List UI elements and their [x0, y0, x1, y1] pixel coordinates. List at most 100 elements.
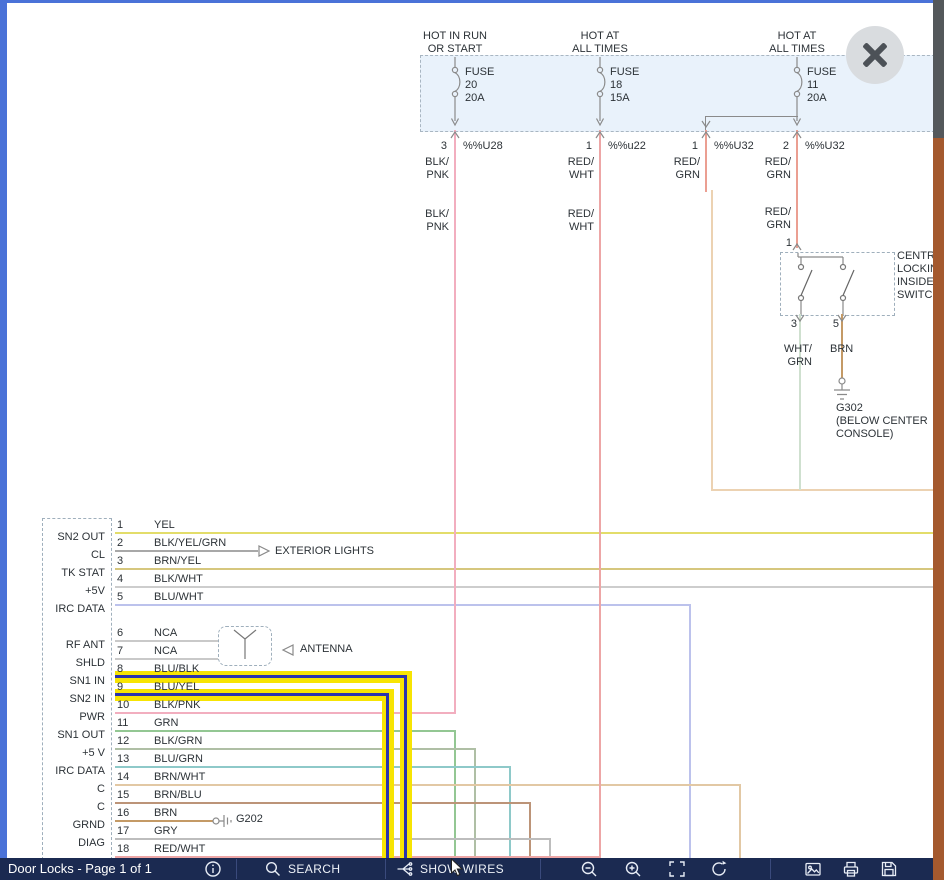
search-icon[interactable] [264, 860, 282, 878]
wire-name: BLK/WHT [154, 573, 203, 585]
fuse-label: FUSE 11 20A [807, 66, 837, 104]
bottom-toolbar: Door Locks - Page 1 of 1 SEARCH SHOW WIR… [0, 858, 933, 880]
fuse-icon [588, 55, 612, 130]
wire-color-label: RED/ WHT [567, 208, 594, 233]
wire-name: BLU/YEL [154, 681, 200, 693]
switch-pin-number: 1 [785, 237, 792, 249]
pin-number: 18 [117, 843, 130, 855]
wire-segment [689, 604, 691, 858]
switch-box [780, 252, 895, 316]
wire-name: GRN [154, 717, 179, 729]
wire-segment [115, 550, 258, 552]
zoom-in-icon[interactable] [624, 860, 642, 878]
fit-screen-icon[interactable] [668, 860, 686, 878]
wire-segment [115, 784, 741, 786]
wire-highlight-segment [404, 675, 407, 858]
wire-name: BLK/GRN [154, 735, 203, 747]
junction-connector-name: %%u22 [608, 140, 646, 152]
connector-signal-label: SHLD [75, 657, 105, 669]
junction-connector-name: %%U32 [714, 140, 754, 152]
antenna-label: ANTENNA [300, 643, 353, 655]
wire-segment [115, 640, 227, 642]
toolbar-divider [770, 859, 771, 879]
wire-color-label: RED/ GRN [673, 156, 700, 181]
save-icon[interactable] [880, 860, 898, 878]
junction-pin-number: 1 [585, 140, 592, 152]
page-title: Door Locks - Page 1 of 1 [8, 861, 152, 876]
pin-number: 11 [117, 717, 129, 729]
toolbar-divider [540, 859, 541, 879]
connector-signal-label: IRC DATA [55, 603, 105, 615]
connector-signal-label: C [97, 783, 105, 795]
wire-segment [796, 130, 798, 248]
wire-color-label: BLK/ PNK [425, 208, 449, 233]
connector-signal-label: +5 V [82, 747, 105, 759]
wire-segment [454, 130, 456, 714]
pin-number: 16 [117, 807, 130, 819]
wire-name: BRN/YEL [154, 555, 202, 567]
fuse-label: FUSE 20 20A [465, 66, 495, 104]
wire-segment [549, 838, 551, 858]
wire-name: BLU/GRN [154, 753, 203, 765]
wire-color-label: RED/ WHT [567, 156, 594, 181]
junction-pin-number: 3 [440, 140, 447, 152]
window-top-border [0, 0, 944, 3]
fuse-icon [785, 55, 809, 130]
wire-segment [599, 130, 601, 858]
wire-name: BLU/BLK [154, 663, 200, 675]
junction-connector-name: %%U28 [463, 140, 503, 152]
pin-number: 13 [117, 753, 130, 765]
print-icon[interactable] [842, 860, 860, 878]
connector-signal-label: SN1 OUT [57, 729, 105, 741]
rotate-icon[interactable] [710, 860, 728, 878]
toolbar-divider [236, 859, 237, 879]
wire-name: YEL [154, 519, 175, 531]
g302-label: G302 [836, 402, 863, 414]
pin-number: 14 [117, 771, 130, 783]
exterior-lights-arrow-icon [257, 544, 271, 558]
wire-name: GRY [154, 825, 178, 837]
pin-number: 10 [117, 699, 130, 711]
pin-number: 4 [117, 573, 124, 585]
connector-arrow-icon [792, 243, 802, 251]
wire-color-label: WHT/ GRN [783, 343, 812, 368]
search-button[interactable]: SEARCH [288, 862, 340, 877]
connector-signal-label: PWR [79, 711, 105, 723]
connector-arrow-icon [792, 131, 802, 139]
wire-color-label: BLK/ PNK [425, 156, 449, 181]
window-left-border [0, 0, 7, 858]
pin-number: 1 [117, 519, 124, 531]
wire-name: BLU/WHT [154, 591, 204, 603]
close-button[interactable] [846, 26, 904, 84]
wire-name: BLK/PNK [154, 699, 201, 711]
connector-signal-label: SN2 OUT [57, 531, 105, 543]
pin-number: 7 [117, 645, 124, 657]
antenna-box [218, 626, 272, 666]
pin-number: 6 [117, 627, 124, 639]
pin-number: 5 [117, 591, 124, 603]
zoom-out-icon[interactable] [580, 860, 598, 878]
wire-color-label: RED/ GRN [764, 206, 791, 231]
wire-segment [115, 838, 551, 840]
wire-segment [115, 532, 933, 534]
switch-pin-number: 3 [790, 318, 797, 330]
g202-ground-icon [206, 810, 236, 832]
show-wires-icon[interactable] [396, 860, 414, 878]
exterior-lights-label: EXTERIOR LIGHTS [275, 545, 375, 557]
app-window: CENTRAL LOCKING INSIDE SWITCH ANTENNA EX… [0, 0, 944, 880]
wire-name: RED/WHT [154, 843, 206, 855]
wire-segment [115, 766, 511, 768]
pin-number: 15 [117, 789, 130, 801]
switch-symbol [781, 253, 894, 315]
image-icon[interactable] [804, 860, 822, 878]
wire-color-label: BRN [830, 343, 854, 355]
wire-segment [705, 130, 707, 192]
connector-arrow-icon [701, 120, 711, 128]
switch-pin-number: 5 [832, 318, 839, 330]
fuse-label: FUSE 18 15A [610, 66, 640, 104]
info-icon[interactable] [204, 860, 222, 878]
right-strip[interactable] [933, 138, 944, 880]
toolbar-divider [385, 859, 386, 879]
pin-number: 2 [117, 537, 124, 549]
right-strip-top [933, 0, 944, 138]
